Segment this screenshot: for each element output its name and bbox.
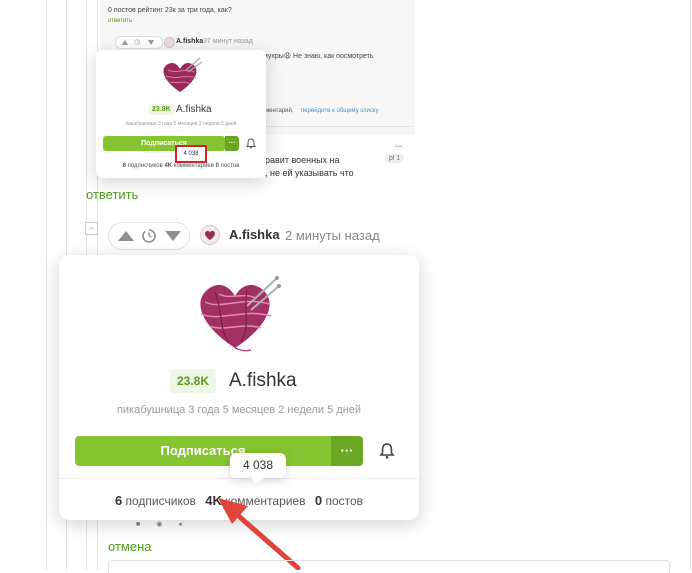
small-snippet: мухры😩 Не знаю, как посмотреть bbox=[263, 53, 374, 60]
card-name[interactable]: A.fishka bbox=[229, 370, 297, 392]
bell-icon[interactable] bbox=[378, 442, 396, 460]
small-posts-num: 0 bbox=[215, 163, 219, 169]
top-reply-link[interactable]: ответить bbox=[108, 18, 132, 24]
small-avatar[interactable] bbox=[164, 37, 175, 48]
small-text-line1: равит военных на bbox=[265, 155, 340, 165]
small-text-line2: , не ей указывать что bbox=[265, 168, 354, 178]
more-button[interactable]: ··· bbox=[331, 436, 363, 466]
small-card-name[interactable]: A.fishka bbox=[176, 104, 212, 115]
upvote-icon[interactable] bbox=[122, 40, 128, 45]
timer-icon bbox=[142, 229, 156, 243]
tooltip-arrow bbox=[251, 478, 263, 484]
toolbar-circle-icon[interactable]: ◉ bbox=[156, 521, 162, 528]
posts-label: постов bbox=[325, 494, 364, 508]
toolbar-square-icon[interactable]: ■ bbox=[136, 521, 140, 528]
thread-line bbox=[46, 0, 47, 570]
small-author[interactable]: A.fishka bbox=[176, 38, 203, 45]
upvote-icon[interactable] bbox=[118, 231, 134, 241]
small-more-button[interactable]: ··· bbox=[225, 136, 239, 151]
more-dots[interactable]: ... bbox=[395, 139, 403, 149]
avatar[interactable] bbox=[200, 225, 220, 245]
small-rating-pill: 23.8K bbox=[148, 104, 175, 115]
small-subs-label: подписчиков bbox=[127, 163, 163, 169]
tooltip: 4 038 bbox=[230, 453, 286, 478]
downvote-icon[interactable] bbox=[148, 40, 154, 45]
heart-yarn-icon bbox=[205, 230, 215, 240]
annotation-arrow-icon bbox=[218, 498, 301, 570]
timer-icon: ◷ bbox=[134, 39, 141, 46]
small-rating-box: ◷ bbox=[115, 36, 163, 49]
subs-num: 6 bbox=[114, 493, 123, 508]
heart-yarn-icon bbox=[200, 276, 281, 352]
highlight-box: 4 038 bbox=[175, 145, 207, 163]
rating-pill: 23.8K bbox=[170, 369, 217, 393]
toolbar-arrow-icon[interactable]: ◂ bbox=[178, 521, 182, 528]
subs-label[interactable]: подписчиков bbox=[126, 494, 196, 508]
small-subs-num: 6 bbox=[122, 163, 126, 169]
card-divider bbox=[59, 478, 419, 479]
small-time: 37 минут назад bbox=[203, 38, 253, 45]
comment-time: 2 минуты назад bbox=[285, 228, 380, 243]
collapse-toggle[interactable]: − bbox=[85, 222, 98, 235]
profile-card: 23.8K A.fishka пикабушница 3 года 5 меся… bbox=[59, 255, 419, 520]
small-card-stats: 6 подписчиков 4K комментариев 0 постов bbox=[96, 163, 266, 169]
page-border bbox=[690, 0, 691, 570]
rating-box bbox=[108, 222, 190, 250]
top-comment-text: 0 постов рейтинг 23к за три года, как? bbox=[108, 7, 232, 14]
subscribe-button[interactable]: Подписаться bbox=[75, 436, 331, 466]
small-card-tenure: пикабушница 3 года 5 месяцев 2 недели 5 … bbox=[125, 121, 237, 127]
reply-link[interactable]: ответить bbox=[86, 187, 138, 202]
small-profile-card: 23.8K A.fishka пикабушница 3 года 5 меся… bbox=[96, 50, 266, 178]
small-comments-num: 4K bbox=[164, 163, 173, 169]
editor-toolbar: ■ ◉ ◂ bbox=[136, 520, 182, 528]
downvote-icon[interactable] bbox=[165, 231, 181, 241]
comment-editor[interactable] bbox=[108, 560, 670, 573]
comment-author[interactable]: A.fishka bbox=[229, 227, 280, 242]
bell-icon[interactable] bbox=[246, 138, 256, 149]
cancel-link[interactable]: отмена bbox=[108, 539, 151, 554]
divider bbox=[265, 126, 413, 127]
footer-link[interactable]: перейдите к общему списку bbox=[301, 108, 379, 114]
footer-prefix: ментарий, bbox=[265, 108, 294, 114]
posts-num: 0 bbox=[314, 493, 323, 508]
small-comments-label: комментариев bbox=[173, 163, 214, 169]
card-tenure: пикабушница 3 года 5 месяцев 2 недели 5 … bbox=[116, 404, 362, 416]
small-badge: pl 1 bbox=[385, 154, 405, 163]
heart-yarn-icon bbox=[163, 57, 203, 92]
small-posts-label: постов bbox=[220, 163, 240, 169]
